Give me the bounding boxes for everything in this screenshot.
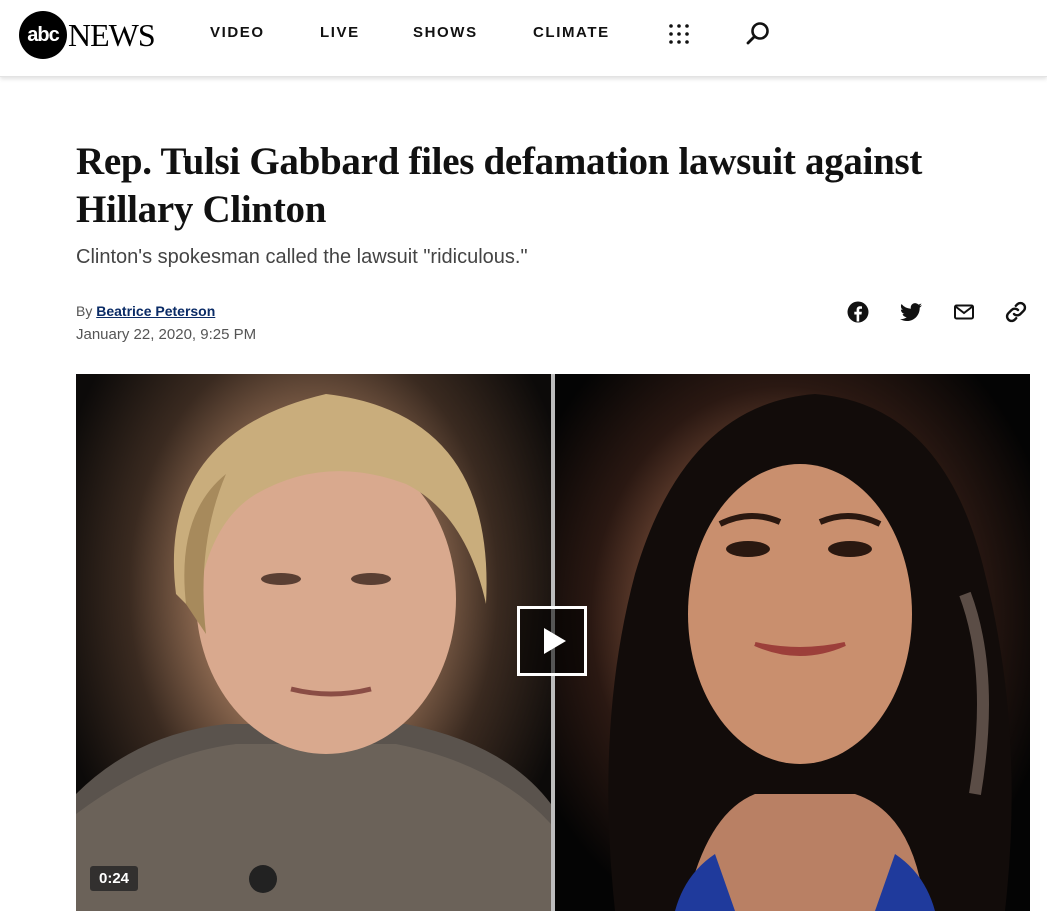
nav-shows[interactable]: SHOWS xyxy=(413,24,478,41)
email-icon[interactable] xyxy=(952,300,976,324)
byline: By Beatrice Peterson xyxy=(76,303,215,319)
nav-video[interactable]: VIDEO xyxy=(210,24,265,41)
article-headline: Rep. Tulsi Gabbard files defamation laws… xyxy=(76,140,923,231)
link-icon[interactable] xyxy=(1004,300,1028,324)
site-header: abc NEWS VIDEO LIVE SHOWS CLIMATE xyxy=(0,0,1047,77)
author-link[interactable]: Beatrice Peterson xyxy=(96,303,215,319)
play-icon xyxy=(544,628,566,654)
abc-news-logo[interactable]: abc NEWS xyxy=(19,10,156,60)
clinton-portrait-illustration xyxy=(76,394,551,911)
search-icon[interactable] xyxy=(745,21,771,47)
twitter-icon[interactable] xyxy=(899,300,923,324)
clinton-photo xyxy=(76,374,551,911)
video-player[interactable]: 0:24 xyxy=(76,374,1030,911)
nav-climate[interactable]: CLIMATE xyxy=(533,24,610,41)
video-duration: 0:24 xyxy=(90,866,139,891)
news-wordmark: NEWS xyxy=(68,16,156,53)
article-subhead: Clinton's spokesman called the lawsuit "… xyxy=(76,246,528,268)
abc-logo-mark: abc xyxy=(19,11,67,59)
publish-date: January 22, 2020, 9:25 PM xyxy=(76,326,257,343)
play-button[interactable] xyxy=(517,606,587,676)
byline-prefix: By xyxy=(76,303,93,319)
gabbard-portrait-illustration xyxy=(608,394,1012,911)
nav-live[interactable]: LIVE xyxy=(320,24,360,41)
gabbard-photo xyxy=(555,374,1030,911)
facebook-icon[interactable] xyxy=(846,300,870,324)
grid-menu-icon[interactable] xyxy=(668,23,690,45)
